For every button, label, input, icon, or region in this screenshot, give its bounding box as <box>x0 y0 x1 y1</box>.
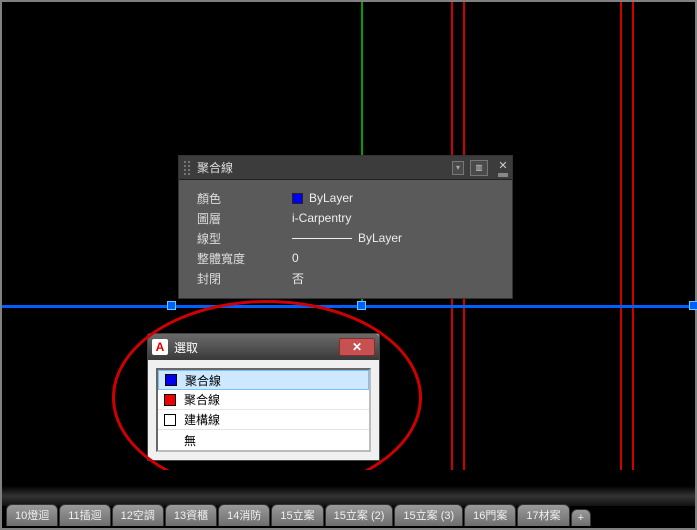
prop-color-text: ByLayer <box>309 191 353 205</box>
prop-layer-text: i-Carpentry <box>292 211 351 225</box>
object-type-dropdown[interactable]: ▾ <box>452 161 464 175</box>
list-item[interactable]: 建構線 <box>158 410 369 430</box>
dialog-title: 選取 <box>174 339 333 356</box>
line-blue-polyline[interactable] <box>2 305 695 308</box>
prop-closed-text: 否 <box>292 270 304 287</box>
prop-closed-value[interactable]: 否 <box>292 270 500 287</box>
color-swatch-icon <box>164 414 176 426</box>
add-layout-button[interactable]: + <box>571 509 591 526</box>
prop-width-text: 0 <box>292 251 299 265</box>
prop-width-value[interactable]: 0 <box>292 251 500 265</box>
layout-tab[interactable]: 12空調 <box>112 504 164 526</box>
layout-tabstrip: 10燈迴 11插迴 12空調 13資櫃 14消防 15立案 15立案 (2) 1… <box>6 506 691 526</box>
close-button[interactable]: ✕ <box>339 338 375 356</box>
layout-tab[interactable]: 15立案 (3) <box>394 504 463 526</box>
line-red-4 <box>632 2 634 472</box>
prop-color-label: 顏色 <box>197 190 292 207</box>
properties-title: 聚合線 <box>197 159 446 176</box>
layout-tab[interactable]: 10燈迴 <box>6 504 58 526</box>
prop-linetype-text: ByLayer <box>358 231 402 245</box>
layout-tab[interactable]: 15立案 <box>271 504 323 526</box>
linetype-preview-icon <box>292 238 352 239</box>
properties-titlebar[interactable]: 聚合線 ▾ ▥ ✕ <box>179 156 512 180</box>
prop-layer-value[interactable]: i-Carpentry <box>292 211 500 225</box>
layout-tab[interactable]: 15立案 (2) <box>325 504 394 526</box>
color-swatch-icon <box>164 394 176 406</box>
list-item[interactable]: 聚合線 <box>158 370 369 390</box>
dialog-titlebar[interactable]: A 選取 ✕ <box>148 334 379 360</box>
list-item[interactable]: 聚合線 <box>158 390 369 410</box>
prop-closed-label: 封閉 <box>197 270 292 287</box>
prop-linetype-label: 線型 <box>197 230 292 247</box>
layout-tab[interactable]: 13資櫃 <box>165 504 217 526</box>
layout-tab[interactable]: 14消防 <box>218 504 270 526</box>
layout-tab[interactable]: 11插迴 <box>59 504 110 526</box>
list-item-label: 無 <box>184 432 196 449</box>
bottom-separator <box>2 486 695 506</box>
select-dialog: A 選取 ✕ 聚合線 聚合線 建構線 無 <box>147 333 380 461</box>
list-item-label: 建構線 <box>184 411 220 428</box>
app-logo-icon: A <box>152 339 168 355</box>
list-item-label: 聚合線 <box>185 372 221 389</box>
properties-panel: 聚合線 ▾ ▥ ✕ 顏色 ByLayer 圖層 i-Carpentry 線型 B… <box>178 155 513 299</box>
quick-panel-icon[interactable]: ▥ <box>470 160 488 176</box>
list-item-none[interactable]: 無 <box>158 430 369 450</box>
properties-body: 顏色 ByLayer 圖層 i-Carpentry 線型 ByLayer 整體寬… <box>179 180 512 298</box>
selection-grip[interactable] <box>689 301 697 310</box>
close-icon[interactable]: ✕ <box>498 159 507 172</box>
dialog-body: 聚合線 聚合線 建構線 無 <box>148 360 379 460</box>
prop-layer-label: 圖層 <box>197 210 292 227</box>
layout-tab[interactable]: 16門案 <box>464 504 516 526</box>
layout-tab[interactable]: 17材案 <box>517 504 569 526</box>
list-item-label: 聚合線 <box>184 391 220 408</box>
selection-grip[interactable] <box>167 301 176 310</box>
selection-grip[interactable] <box>357 301 366 310</box>
pin-icon[interactable] <box>498 173 508 177</box>
prop-color-value[interactable]: ByLayer <box>292 191 500 205</box>
drag-handle-icon[interactable] <box>183 160 191 176</box>
bottom-area: 10燈迴 11插迴 12空調 13資櫃 14消防 15立案 15立案 (2) 1… <box>2 470 695 528</box>
prop-width-label: 整體寬度 <box>197 250 292 267</box>
line-red-3 <box>620 2 622 472</box>
prop-linetype-value[interactable]: ByLayer <box>292 231 500 245</box>
color-swatch-icon <box>165 374 177 386</box>
color-swatch-icon <box>292 193 303 204</box>
selection-listbox[interactable]: 聚合線 聚合線 建構線 無 <box>156 368 371 452</box>
